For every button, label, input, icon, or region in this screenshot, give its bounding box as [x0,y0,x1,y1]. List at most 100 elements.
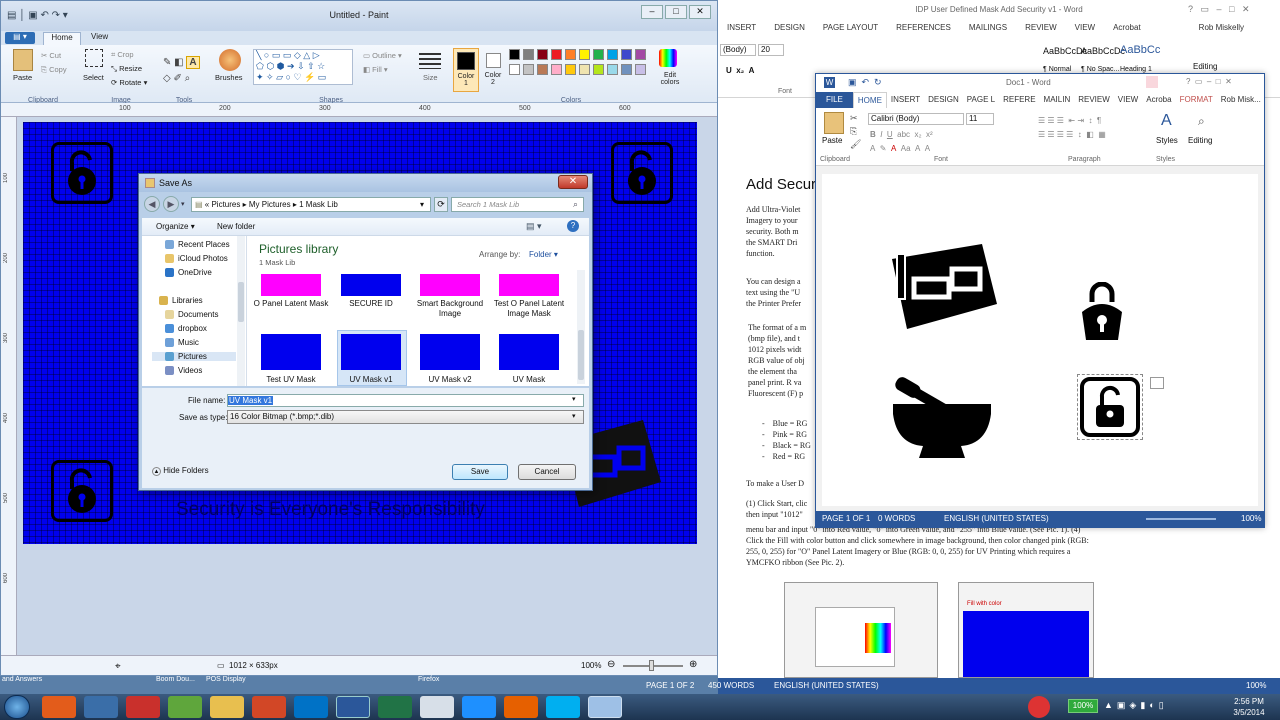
dialog-address-bar[interactable]: ▤ « Pictures ▸ My Pictures ▸ 1 Mask Lib … [191,197,431,212]
dialog-close-button[interactable]: ✕ [558,175,588,189]
file-thumb-test-uv-mask[interactable] [261,334,321,370]
folder-icon[interactable] [210,696,244,718]
file-label-5[interactable]: Test UV Mask [251,375,331,385]
tray-app-icon[interactable] [1028,696,1050,718]
paint-cut-button[interactable]: ✂ Cut [41,51,61,60]
forward-arrow-icon[interactable]: ▶ [163,196,179,212]
skype-icon[interactable] [546,696,580,718]
file-label-7[interactable]: UV Mask v2 [410,375,490,385]
word-fg-editing[interactable]: Editing [1188,136,1212,145]
file-label-1[interactable]: O Panel Latent Mask [251,299,331,309]
word-fg-tab-format[interactable]: FORMAT [1176,92,1217,108]
file-thumb-secure-id[interactable] [341,274,401,296]
paint-resize-button[interactable]: ⤡ Resize [111,64,142,74]
word-fg-font-name[interactable]: Calibri (Body) [868,113,964,125]
file-thumb-uv-mask-v1[interactable] [341,334,401,370]
palette-swatch[interactable] [565,64,576,75]
battery-indicator[interactable]: 100% [1068,699,1098,713]
word-bg-style-heading1[interactable]: AaBbCc [1120,44,1160,56]
address-crumb-pictures[interactable]: Pictures [211,200,240,209]
paint-taskbar-icon[interactable] [588,696,622,718]
editing-icon[interactable]: ⌕ [1198,114,1205,129]
brush-icon[interactable] [219,49,241,71]
paint-outline-button[interactable]: ▭ Outline ▾ [363,51,402,60]
save-as-type-select[interactable]: 16 Color Bitmap (*.bmp;*.dib) ▾ [227,410,584,424]
address-dropdown-icon[interactable]: ▾ [420,198,424,211]
word-fg-tab-references[interactable]: REFERE [999,92,1039,108]
word-bg-style-nospacing[interactable]: AaBbCcDc [1081,46,1125,56]
palette-swatch[interactable] [523,64,534,75]
file-thumb-test-o-panel[interactable] [499,274,559,296]
nav-libraries[interactable]: Libraries [159,296,203,305]
paint-paste-button[interactable]: Paste [13,73,32,82]
word-fg-font-size[interactable]: 11 [966,113,994,125]
word-fg-zoom-slider[interactable] [1146,518,1216,520]
refresh-icon[interactable]: ⟳ [434,197,448,212]
hide-folders-button[interactable]: ▲ Hide Folders [152,466,209,476]
app-green-icon[interactable] [168,696,202,718]
palette-swatch[interactable] [551,64,562,75]
help-icon[interactable]: ? [567,220,579,232]
app-red-icon[interactable] [126,696,160,718]
palette-swatch[interactable] [523,49,534,60]
nav-dropbox[interactable]: dropbox [165,324,207,333]
palette-swatch[interactable] [621,49,632,60]
word-fg-tab-home[interactable]: HOME [852,92,887,108]
paint-size-button[interactable]: Size [423,73,438,82]
palette-swatch[interactable] [607,64,618,75]
paint-color-palette[interactable] [509,49,659,93]
paste-icon[interactable] [824,112,844,134]
word-bg-underline-icon[interactable]: U x₂ A [726,66,754,75]
palette-swatch[interactable] [593,64,604,75]
paint-rotate-button[interactable]: ⟳ Rotate ▾ [111,78,147,87]
nav-pane-scrollbar[interactable] [237,236,245,386]
file-thumb-o-panel-latent-mask[interactable] [261,274,321,296]
font-color-icons[interactable]: A ✎ A Aa A A [870,144,930,153]
file-label-6[interactable]: UV Mask v1 [331,375,411,385]
nav-recent-places[interactable]: Recent Places [165,240,230,249]
paint-copy-button[interactable]: ⎘ Copy [41,65,67,75]
taskbar-clock[interactable]: 2:56 PM 3/5/2014 [1220,696,1278,718]
word-fg-tab-acrobat[interactable]: Acroba [1142,92,1175,108]
word-fg-tab-mailings[interactable]: MAILIN [1040,92,1075,108]
word-bg-tab-design[interactable]: DESIGN [765,20,814,36]
address-crumb-my-pictures[interactable]: My Pictures [249,200,291,209]
recent-dropdown-icon[interactable]: ▾ [181,200,185,208]
ie-icon[interactable] [462,696,496,718]
paint-crop-button[interactable]: ⌗ Crop [111,50,134,60]
palette-swatch[interactable] [537,64,548,75]
word-fg-tab-file[interactable]: FILE [816,92,853,108]
new-folder-button[interactable]: New folder [217,222,255,231]
word-fg-tab-view[interactable]: VIEW [1114,92,1142,108]
font-format-icons[interactable]: B I U abc x₂ x² [870,130,933,139]
paint-shapes-gallery[interactable]: ╲ ○ ▭ ▭ ◇ △ ▷ ⬠ ⬡ ⬢ ➔ ⇩ ⇧ ☆ ✦ ✧ ▱ ○ ♡ ⚡ ▭ [253,49,353,85]
word-fg-tab-page-layout[interactable]: PAGE L [963,92,999,108]
word-fg-window-controls[interactable]: ? ▭ – □ ✕ [1186,77,1232,86]
start-button[interactable] [4,695,30,719]
outlook-icon[interactable] [294,696,328,718]
explorer-icon[interactable] [84,696,118,718]
file-thumb-smart-background[interactable] [420,274,480,296]
paint-edit-colors-button[interactable]: Edit colors [655,72,685,86]
file-list-scrollbar[interactable] [577,270,585,384]
tray-icons[interactable]: ▲▣◈▮◐▯ [1104,700,1168,711]
word-bg-tab-references[interactable]: REFERENCES [887,20,960,36]
paint-window-controls[interactable]: – □ ✕ [641,5,711,23]
palette-swatch[interactable] [509,49,520,60]
word-bg-tab-acrobat[interactable]: Acrobat [1104,20,1150,36]
nav-pictures[interactable]: Pictures [152,352,236,361]
folder2-icon[interactable] [420,696,454,718]
file-label-4[interactable]: Test O Panel Latent Image Mask [489,299,569,319]
word-bg-window-controls[interactable]: ? ▭ – □ ✕ [1188,4,1250,15]
size-icon[interactable] [419,53,441,69]
file-thumb-uv-mask[interactable] [499,334,559,370]
nav-documents[interactable]: Documents [165,310,218,319]
quick-access-save-icon[interactable]: ▣ ↶ ↻ [848,77,882,88]
file-label-8[interactable]: UV Mask [489,375,569,385]
paste-icon[interactable] [13,49,33,71]
file-thumb-uv-mask-v2[interactable] [420,334,480,370]
paint-app-menu-button[interactable]: ▤ ▾ [5,32,35,44]
word-fg-user[interactable]: Rob Misk... [1217,92,1265,108]
nav-onedrive[interactable]: OneDrive [165,268,212,277]
palette-swatch[interactable] [635,64,646,75]
